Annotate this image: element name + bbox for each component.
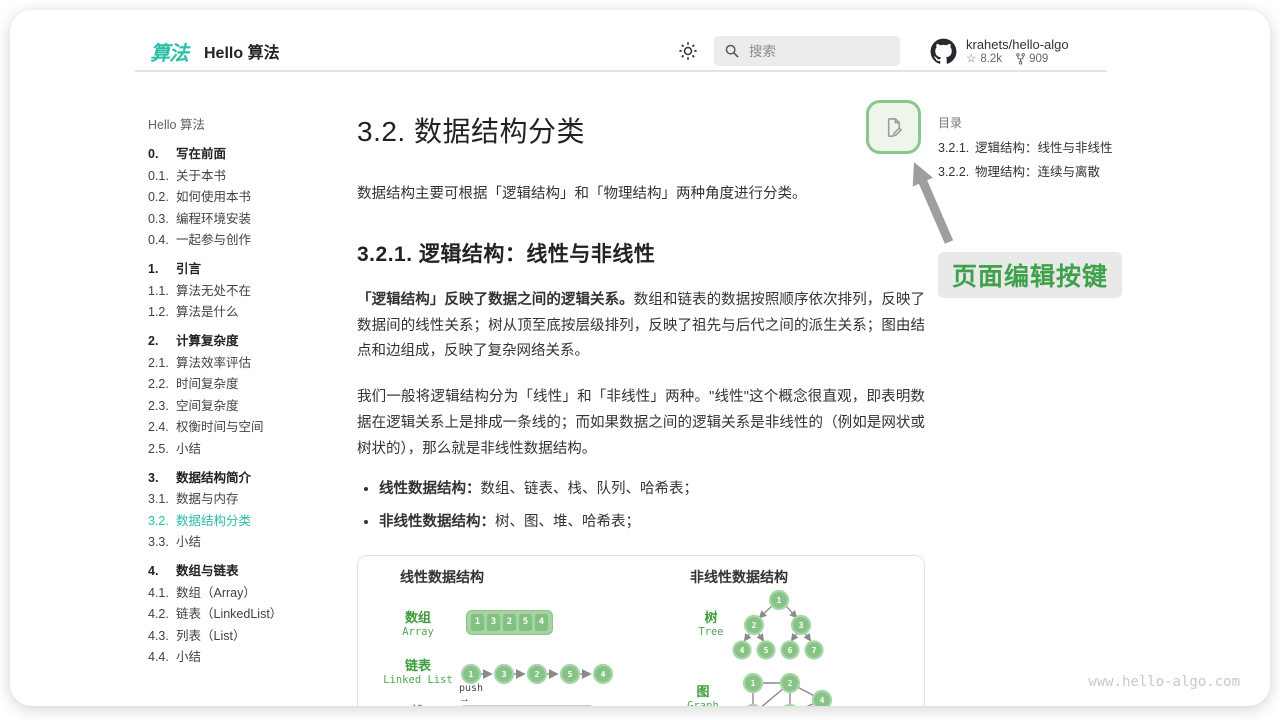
logic-structure-paragraph: 「逻辑结构」反映了数据之间的逻辑关系。数组和链表的数据按照顺序依次排列，反映了数… xyxy=(357,288,925,365)
star-count: 8.2k xyxy=(980,52,1002,66)
search-icon xyxy=(724,43,740,59)
site-title[interactable]: Hello 算法 xyxy=(204,39,280,63)
linear-nonlinear-paragraph: 我们一般将逻辑结构分为「线性」和「非线性」两种。"线性"这个概念很直观，即表明数… xyxy=(357,385,925,462)
star-icon: ☆ xyxy=(966,52,976,66)
figure-right-title: 非线性数据结构 xyxy=(690,567,788,587)
sidebar-item-2-4[interactable]: 2.4.权衡时间与空间 xyxy=(148,420,348,435)
sidebar-item-0[interactable]: 0.写在前面 xyxy=(148,147,348,162)
svg-text:4: 4 xyxy=(601,670,606,679)
fork-icon xyxy=(1016,53,1025,65)
graph-label: 图 Graph xyxy=(655,684,751,706)
sidebar-title: Hello 算法 xyxy=(148,114,348,133)
search-box[interactable] xyxy=(714,36,900,66)
sidebar-item-3-2-active[interactable]: 3.2.数据结构分类 xyxy=(148,514,348,529)
annotation-label: 页面编辑按键 xyxy=(938,252,1122,298)
watermark: www.hello-algo.com xyxy=(1088,674,1240,690)
github-icon xyxy=(930,38,957,65)
stack-frame xyxy=(463,705,591,706)
sidebar-item-1-1[interactable]: 1.1.算法无处不在 xyxy=(148,284,348,299)
graph-diagram: 1 2 4 3 5 xyxy=(738,670,842,706)
tree-diagram: 1 2 3 4 5 6 7 xyxy=(726,586,846,672)
github-repo-link[interactable]: krahets/hello-algo ☆ 8.2k 909 xyxy=(930,37,1069,66)
sidebar-item-4-2[interactable]: 4.2.链表（LinkedList） xyxy=(148,607,348,622)
list-item-nonlinear: 非线性数据结构：树、图、堆、哈希表； xyxy=(379,510,925,535)
svg-text:6: 6 xyxy=(788,646,793,655)
sidebar-item-2-5[interactable]: 2.5.小结 xyxy=(148,442,348,457)
svg-text:2: 2 xyxy=(788,679,793,688)
sidebar-item-4-4[interactable]: 4.4.小结 xyxy=(148,650,348,665)
svg-text:7: 7 xyxy=(812,646,817,655)
sidebar-item-2-3[interactable]: 2.3.空间复杂度 xyxy=(148,399,348,414)
push-arrow-icon: → xyxy=(459,694,470,704)
sidebar-nav: Hello 算法 0.写在前面 0.1.关于本书 0.2.如何使用本书 0.3.… xyxy=(148,114,348,672)
svg-text:1: 1 xyxy=(777,596,782,605)
annotation-arrow-icon xyxy=(890,150,970,255)
svg-text:5: 5 xyxy=(568,670,573,679)
array-label: 数组 Array xyxy=(370,610,466,639)
sidebar-item-0-2[interactable]: 0.2.如何使用本书 xyxy=(148,190,348,205)
github-stats: ☆ 8.2k 909 xyxy=(966,52,1069,66)
sidebar-item-3-1[interactable]: 3.1.数据与内存 xyxy=(148,492,348,507)
header-divider xyxy=(135,70,1107,72)
sidebar-item-2-1[interactable]: 2.1.算法效率评估 xyxy=(148,356,348,371)
sidebar-item-1[interactable]: 1.引言 xyxy=(148,262,348,277)
app-window: 算法 Hello 算法 krahets/hello-algo xyxy=(10,10,1270,706)
svg-text:3: 3 xyxy=(799,621,804,630)
sidebar-item-1-2[interactable]: 1.2.算法是什么 xyxy=(148,305,348,320)
sidebar-item-2[interactable]: 2.计算复杂度 xyxy=(148,334,348,349)
svg-text:5: 5 xyxy=(764,646,769,655)
main-content: 3.2. 数据结构分类 数据结构主要可根据「逻辑结构」和「物理结构」两种角度进行… xyxy=(357,110,925,706)
linked-list-label: 链表 Linked List xyxy=(370,658,466,687)
svg-text:1: 1 xyxy=(469,670,474,679)
sidebar-item-4-3[interactable]: 4.3.列表（List） xyxy=(148,629,348,644)
theme-toggle-icon[interactable] xyxy=(678,41,698,61)
array-diagram: 1 3 2 5 4 xyxy=(466,610,553,635)
fork-count: 909 xyxy=(1029,52,1048,66)
header-right: krahets/hello-algo ☆ 8.2k 909 xyxy=(678,34,1069,68)
svg-text:4: 4 xyxy=(740,646,745,655)
data-structure-figure: 线性数据结构 非线性数据结构 数组 Array 1 3 2 5 4 链表 Lin… xyxy=(357,555,925,706)
svg-text:2: 2 xyxy=(752,621,757,630)
edit-file-icon xyxy=(882,116,905,139)
sidebar-item-3[interactable]: 3.数据结构简介 xyxy=(148,471,348,486)
sidebar-item-0-3[interactable]: 0.3.编程环境安装 xyxy=(148,212,348,227)
page-edit-button[interactable] xyxy=(866,100,921,154)
list-item-linear: 线性数据结构：数组、链表、栈、队列、哈希表； xyxy=(379,477,925,502)
sidebar-item-4[interactable]: 4.数组与链表 xyxy=(148,564,348,579)
github-repo-name: krahets/hello-algo xyxy=(966,37,1069,52)
sidebar-item-0-1[interactable]: 0.1.关于本书 xyxy=(148,169,348,184)
site-logo-icon[interactable]: 算法 xyxy=(150,37,188,66)
figure-left-title: 线性数据结构 xyxy=(400,567,484,587)
svg-text:4: 4 xyxy=(820,696,825,705)
structure-list: 线性数据结构：数组、链表、栈、队列、哈希表； 非线性数据结构：树、图、堆、哈希表… xyxy=(357,477,925,535)
sidebar-item-4-1[interactable]: 4.1.数组（Array） xyxy=(148,586,348,601)
search-input[interactable] xyxy=(749,44,879,59)
page-title: 3.2. 数据结构分类 xyxy=(357,110,925,150)
svg-text:3: 3 xyxy=(502,670,507,679)
sidebar-item-0-4[interactable]: 0.4.一起参与创作 xyxy=(148,233,348,248)
sidebar-item-2-2[interactable]: 2.2.时间复杂度 xyxy=(148,377,348,392)
stack-label: 栈 Stack xyxy=(370,704,466,706)
svg-text:2: 2 xyxy=(535,670,540,679)
svg-text:1: 1 xyxy=(751,679,756,688)
intro-paragraph: 数据结构主要可根据「逻辑结构」和「物理结构」两种角度进行分类。 xyxy=(357,182,925,208)
header-left: 算法 Hello 算法 xyxy=(150,34,280,68)
section-title: 3.2.1. 逻辑结构：线性与非线性 xyxy=(357,238,925,268)
toc-title: 目录 xyxy=(938,114,1118,131)
sidebar-item-3-3[interactable]: 3.3.小结 xyxy=(148,535,348,550)
